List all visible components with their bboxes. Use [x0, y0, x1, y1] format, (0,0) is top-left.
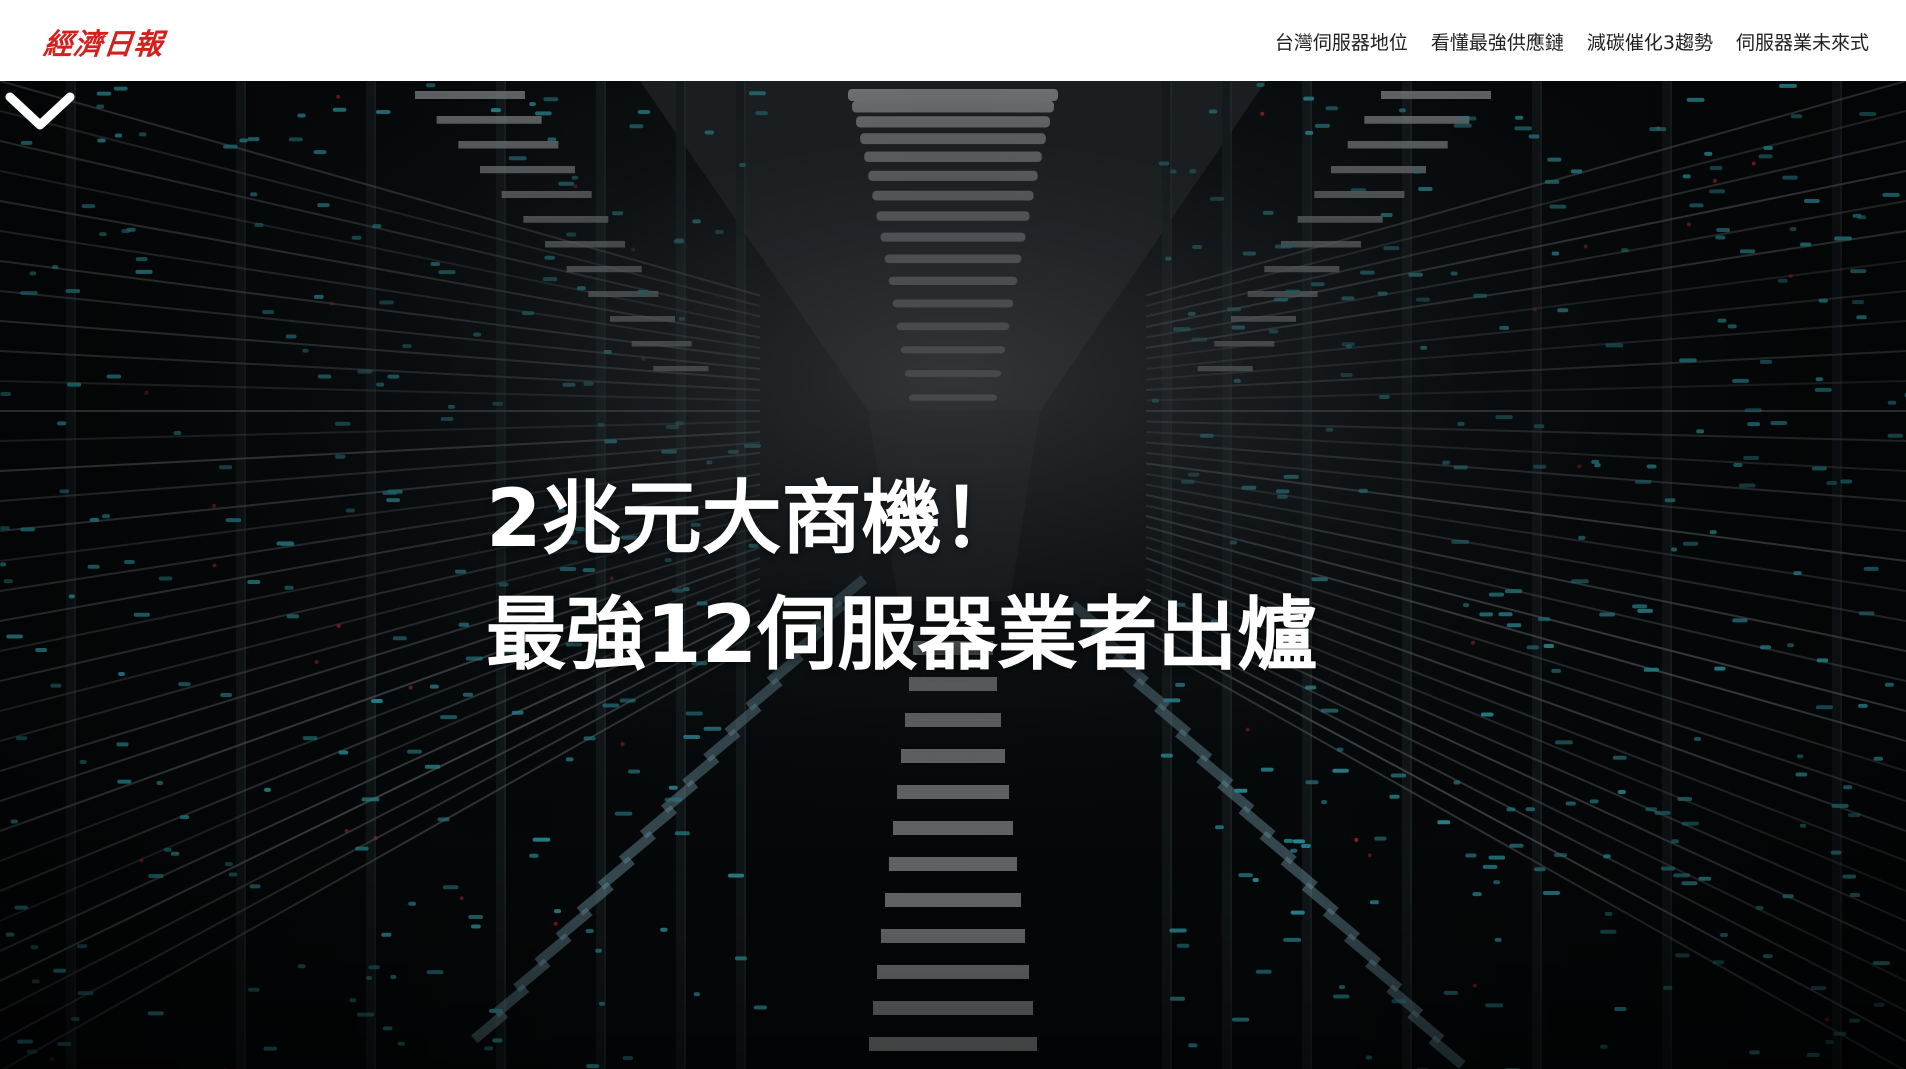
nav-item-carbon-trends[interactable]: 減碳催化3趨勢: [1587, 28, 1713, 58]
site-header: 經濟日報 台灣伺服器地位 看懂最強供應鏈 減碳催化3趨勢 伺服器業未來式: [0, 0, 1906, 81]
headline-line-2: 最強12伺服器業者出爐: [486, 588, 1318, 681]
top-nav: 台灣伺服器地位 看懂最強供應鏈 減碳催化3趨勢 伺服器業未來式: [1275, 28, 1869, 58]
logo[interactable]: 經濟日報: [42, 24, 166, 61]
nav-item-supply-chain[interactable]: 看懂最強供應鏈: [1431, 28, 1564, 58]
nav-item-taiwan-server-position[interactable]: 台灣伺服器地位: [1275, 28, 1408, 58]
hero-banner: 2兆元大商機！ 最強12伺服器業者出爐: [0, 81, 1906, 1069]
nav-item-server-future[interactable]: 伺服器業未來式: [1736, 28, 1869, 58]
chevron-down-icon[interactable]: [0, 81, 80, 141]
headline: 2兆元大商機！ 最強12伺服器業者出爐: [486, 461, 1317, 693]
headline-line-1: 2兆元大商機！: [486, 472, 1022, 565]
